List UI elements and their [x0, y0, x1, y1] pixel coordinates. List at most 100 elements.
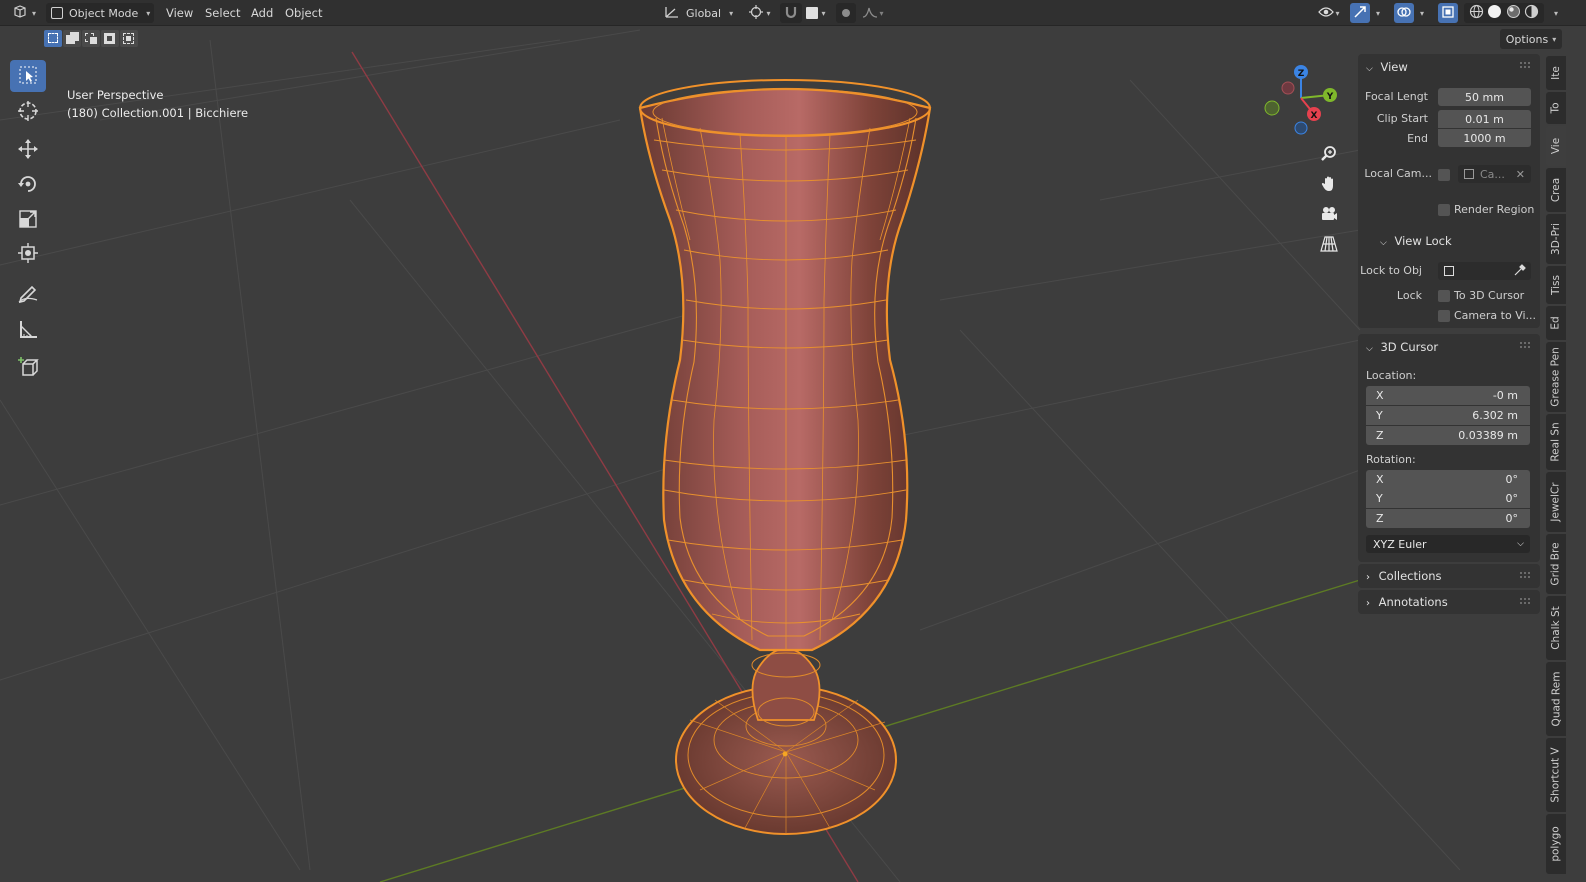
menu-object[interactable]: Object: [285, 5, 322, 21]
tab-create[interactable]: Crea: [1546, 168, 1566, 212]
wireframe-shading-icon[interactable]: [1469, 4, 1484, 22]
negative-y-axis-icon[interactable]: [1264, 100, 1280, 116]
view-lock-header[interactable]: ⌵ View Lock: [1380, 234, 1452, 248]
rotation-y-field[interactable]: Y 0°: [1366, 489, 1530, 508]
tab-jewelcraft[interactable]: JewelCr: [1546, 472, 1566, 532]
drag-grip-icon[interactable]: [1520, 62, 1530, 68]
local-camera-field[interactable]: Ca... ✕: [1458, 165, 1531, 183]
location-z-value: 0.03389 m: [1458, 429, 1518, 442]
lock-to-object-field[interactable]: [1438, 262, 1531, 280]
rotation-mode-dropdown[interactable]: XYZ Euler ⌵: [1366, 535, 1530, 553]
lock-to-cursor-checkbox[interactable]: [1438, 290, 1450, 302]
annotations-header[interactable]: › Annotations: [1366, 595, 1448, 609]
tab-edit[interactable]: Ed: [1546, 306, 1566, 340]
tab-item[interactable]: Ite: [1546, 56, 1566, 90]
tab-tissue[interactable]: Tiss: [1546, 266, 1566, 304]
3d-cursor-header[interactable]: ⌵ 3D Cursor: [1366, 340, 1438, 354]
view-panel-header[interactable]: ⌵ View: [1366, 60, 1408, 74]
editor-type-button[interactable]: ▾: [8, 3, 40, 23]
mode-dropdown[interactable]: Object Mode ▾: [46, 3, 154, 23]
pan-button[interactable]: [1316, 172, 1342, 198]
proportional-editing-toggle[interactable]: [836, 3, 856, 23]
rendered-shading-icon[interactable]: [1524, 4, 1539, 22]
focal-length-field[interactable]: 50 mm: [1438, 88, 1531, 106]
chevron-down-icon: ▾: [1552, 34, 1557, 44]
tool-annotate[interactable]: [10, 278, 46, 310]
solid-shading-icon[interactable]: [1487, 4, 1502, 22]
ortho-toggle-button[interactable]: [1316, 232, 1342, 258]
snap-toggle[interactable]: [780, 3, 802, 23]
annotations-panel[interactable]: › Annotations: [1358, 590, 1540, 614]
xray-toggle[interactable]: [1438, 3, 1458, 23]
negative-x-axis-icon[interactable]: [1281, 81, 1295, 95]
select-mode-new[interactable]: [44, 30, 62, 47]
visibility-button[interactable]: ▾: [1314, 3, 1344, 23]
camera-to-view-checkbox[interactable]: [1438, 310, 1450, 322]
drag-grip-icon[interactable]: [1520, 342, 1530, 348]
pencil-icon: [17, 282, 39, 307]
menu-add[interactable]: Add: [251, 5, 273, 21]
collections-header[interactable]: › Collections: [1366, 569, 1442, 583]
select-mode-invert[interactable]: [101, 30, 119, 47]
navigation-gizmo[interactable]: Z Y X: [1258, 58, 1348, 148]
rotation-x-field[interactable]: X 0°: [1366, 470, 1530, 489]
location-z-field[interactable]: Z 0.03389 m: [1366, 426, 1530, 445]
tool-add-cube[interactable]: [10, 352, 46, 384]
tool-cursor[interactable]: [10, 96, 46, 128]
chevron-down-icon: ▾: [1375, 8, 1380, 18]
snap-target-button[interactable]: ▾: [802, 3, 830, 23]
overlays-dropdown[interactable]: ▾: [1414, 3, 1430, 23]
transform-orientation-dropdown[interactable]: Global ▾: [660, 3, 740, 23]
tool-select-box[interactable]: [10, 60, 46, 92]
clip-end-label: End: [1407, 132, 1428, 145]
camera-view-button[interactable]: [1316, 202, 1342, 228]
render-region-checkbox[interactable]: [1438, 204, 1450, 216]
eyedropper-icon[interactable]: [1514, 264, 1526, 279]
tab-label: Vie: [1550, 137, 1562, 155]
tab-quad-remesher[interactable]: Quad Rem: [1546, 662, 1566, 736]
tool-move[interactable]: [10, 134, 46, 166]
options-dropdown[interactable]: Options ▾: [1500, 29, 1562, 49]
tool-scale[interactable]: [10, 204, 46, 236]
negative-z-axis-icon[interactable]: [1294, 121, 1308, 135]
falloff-button[interactable]: ▾: [858, 3, 888, 23]
3d-viewport[interactable]: Options ▾ User Perspective (180) Collect…: [0, 26, 1586, 882]
pivot-point-button[interactable]: ▾: [746, 3, 774, 23]
tab-real-snow[interactable]: Real Sn: [1546, 414, 1566, 470]
tab-view[interactable]: Vie: [1546, 126, 1566, 166]
glass-object[interactable]: [638, 79, 932, 835]
material-shading-icon[interactable]: [1506, 4, 1521, 22]
clear-x-icon[interactable]: ✕: [1516, 168, 1525, 181]
rotation-z-field[interactable]: Z 0°: [1366, 509, 1530, 528]
collections-panel[interactable]: › Collections: [1358, 564, 1540, 588]
tab-tool[interactable]: To: [1546, 92, 1566, 124]
zoom-button[interactable]: [1316, 142, 1342, 168]
clip-end-field[interactable]: 1000 m: [1438, 129, 1531, 147]
menu-view[interactable]: View: [166, 5, 193, 21]
overlays-toggle[interactable]: [1394, 3, 1414, 23]
axis-label: Y: [1376, 492, 1383, 505]
tab-3d-print[interactable]: 3D-Pri: [1546, 214, 1566, 264]
tab-polygon[interactable]: polygo: [1546, 814, 1566, 874]
location-x-field[interactable]: X -0 m: [1366, 386, 1530, 405]
select-mode-extend[interactable]: [63, 30, 81, 47]
gizmo-toggle[interactable]: [1350, 3, 1370, 23]
location-y-field[interactable]: Y 6.302 m: [1366, 406, 1530, 425]
select-mode-subtract[interactable]: [82, 30, 100, 47]
chevron-down-icon: ⌵: [1517, 539, 1524, 549]
tab-chalk-st[interactable]: Chalk St: [1546, 596, 1566, 660]
drag-grip-icon[interactable]: [1520, 572, 1530, 578]
gizmo-dropdown[interactable]: ▾: [1370, 3, 1386, 23]
clip-start-field[interactable]: 0.01 m: [1438, 110, 1531, 128]
tool-rotate[interactable]: [10, 169, 46, 201]
tool-measure[interactable]: [10, 314, 46, 346]
tab-grid-bre[interactable]: Grid Bre: [1546, 534, 1566, 594]
local-camera-checkbox[interactable]: [1438, 169, 1450, 181]
tab-grease-pencil[interactable]: Grease Pen: [1546, 342, 1566, 412]
drag-grip-icon[interactable]: [1520, 598, 1530, 604]
shading-dropdown[interactable]: ▾: [1548, 3, 1564, 23]
tab-shortcut-vur[interactable]: Shortcut V: [1546, 738, 1566, 812]
menu-select[interactable]: Select: [205, 5, 240, 21]
select-mode-intersect[interactable]: [120, 30, 138, 47]
tool-transform[interactable]: [10, 238, 46, 270]
